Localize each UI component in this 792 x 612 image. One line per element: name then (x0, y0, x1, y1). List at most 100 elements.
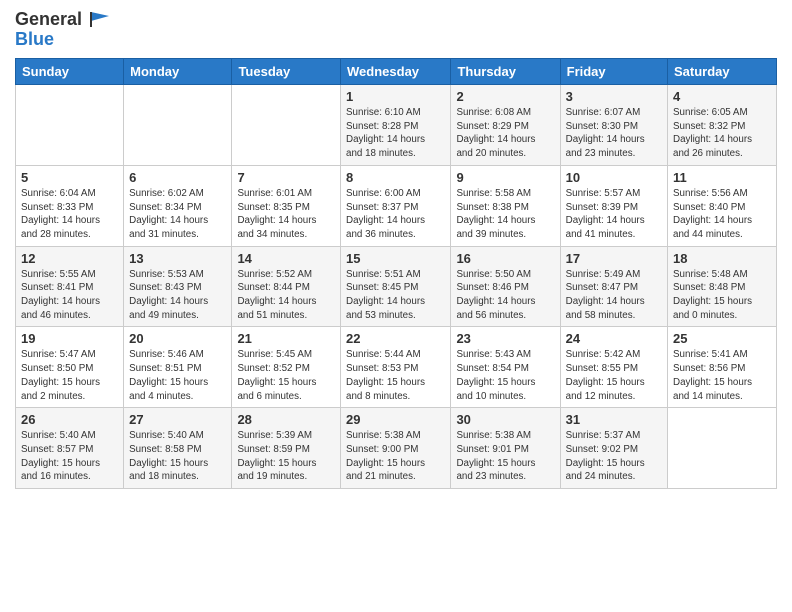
day-number: 27 (129, 412, 226, 427)
calendar-cell: 13 Sunrise: 5:53 AMSunset: 8:43 PMDayligh… (124, 246, 232, 327)
calendar-cell: 28Sunrise: 5:39 AMSunset: 8:59 PMDayligh… (232, 408, 341, 489)
calendar-cell: 21 Sunrise: 5:45 AMSunset: 8:52 PMDayligh… (232, 327, 341, 408)
calendar-cell (232, 85, 341, 166)
day-info: Sunrise: 6:02 AMSunset: 8:34 PMDaylight:… (129, 187, 226, 242)
day-number: 10 (566, 170, 662, 185)
calendar-cell: 5Sunrise: 6:04 AMSunset: 8:33 PMDaylight… (16, 165, 124, 246)
day-info: Sunrise: 5:57 AMSunset: 8:39 PMDaylight:… (566, 187, 662, 242)
calendar-cell: 16 Sunrise: 5:50 AMSunset: 8:46 PMDayligh… (451, 246, 560, 327)
calendar-cell (124, 85, 232, 166)
calendar-table: SundayMondayTuesdayWednesdayThursdayFrid… (15, 58, 777, 489)
day-number: 7 (237, 170, 335, 185)
day-number: 4 (673, 89, 771, 104)
day-number: 25 (673, 331, 771, 346)
day-info: Sunrise: 5:38 AMSunset: 9:01 PMDaylight:… (456, 429, 554, 484)
week-row-4: 19Sunrise: 5:47 AMSunset: 8:50 PMDayligh… (16, 327, 777, 408)
logo-flag-icon (89, 10, 111, 28)
calendar-cell: 11Sunrise: 5:56 AMSunset: 8:40 PMDayligh… (668, 165, 777, 246)
day-info: Sunrise: 6:07 AMSunset: 8:30 PMDaylight:… (566, 106, 662, 161)
day-number: 18 (673, 251, 771, 266)
day-number: 11 (673, 170, 771, 185)
day-number: 13 (129, 251, 226, 266)
calendar-cell: 4 Sunrise: 6:05 AMSunset: 8:32 PMDaylight… (668, 85, 777, 166)
day-info: Sunrise: 5:51 AMSunset: 8:45 PMDaylight:… (346, 268, 445, 323)
day-info: Sunrise: 5:47 AMSunset: 8:50 PMDaylight:… (21, 348, 118, 403)
day-number: 20 (129, 331, 226, 346)
day-info: Sunrise: 5:44 AMSunset: 8:53 PMDaylight:… (346, 348, 445, 403)
header-friday: Friday (560, 59, 667, 85)
day-info: Sunrise: 5:41 AMSunset: 8:56 PMDaylight:… (673, 348, 771, 403)
week-row-1: 1 Sunrise: 6:10 AMSunset: 8:28 PMDaylight… (16, 85, 777, 166)
calendar-cell: 26Sunrise: 5:40 AMSunset: 8:57 PMDayligh… (16, 408, 124, 489)
page: General Blue SundayMondayTuesdayWednesda… (0, 0, 792, 612)
header-row: SundayMondayTuesdayWednesdayThursdayFrid… (16, 59, 777, 85)
calendar-cell: 7 Sunrise: 6:01 AMSunset: 8:35 PMDaylight… (232, 165, 341, 246)
day-number: 3 (566, 89, 662, 104)
header: General Blue (15, 10, 777, 50)
day-number: 30 (456, 412, 554, 427)
calendar-body: 1 Sunrise: 6:10 AMSunset: 8:28 PMDaylight… (16, 85, 777, 489)
day-info: Sunrise: 6:10 AMSunset: 8:28 PMDaylight:… (346, 106, 445, 161)
header-wednesday: Wednesday (341, 59, 451, 85)
day-info: Sunrise: 5:48 AMSunset: 8:48 PMDaylight:… (673, 268, 771, 323)
week-row-2: 5Sunrise: 6:04 AMSunset: 8:33 PMDaylight… (16, 165, 777, 246)
day-number: 31 (566, 412, 662, 427)
calendar-cell: 30 Sunrise: 5:38 AMSunset: 9:01 PMDayligh… (451, 408, 560, 489)
calendar-cell: 23Sunrise: 5:43 AMSunset: 8:54 PMDayligh… (451, 327, 560, 408)
day-number: 21 (237, 331, 335, 346)
day-info: Sunrise: 5:42 AMSunset: 8:55 PMDaylight:… (566, 348, 662, 403)
header-monday: Monday (124, 59, 232, 85)
calendar-cell: 25 Sunrise: 5:41 AMSunset: 8:56 PMDayligh… (668, 327, 777, 408)
day-info: Sunrise: 5:43 AMSunset: 8:54 PMDaylight:… (456, 348, 554, 403)
day-number: 29 (346, 412, 445, 427)
calendar-cell: 14 Sunrise: 5:52 AMSunset: 8:44 PMDayligh… (232, 246, 341, 327)
day-info: Sunrise: 5:53 AMSunset: 8:43 PMDaylight:… (129, 268, 226, 323)
week-row-5: 26Sunrise: 5:40 AMSunset: 8:57 PMDayligh… (16, 408, 777, 489)
day-info: Sunrise: 5:37 AMSunset: 9:02 PMDaylight:… (566, 429, 662, 484)
calendar-cell: 19Sunrise: 5:47 AMSunset: 8:50 PMDayligh… (16, 327, 124, 408)
day-number: 14 (237, 251, 335, 266)
day-number: 8 (346, 170, 445, 185)
day-info: Sunrise: 5:52 AMSunset: 8:44 PMDaylight:… (237, 268, 335, 323)
day-number: 24 (566, 331, 662, 346)
day-info: Sunrise: 5:45 AMSunset: 8:52 PMDaylight:… (237, 348, 335, 403)
calendar-cell: 12Sunrise: 5:55 AMSunset: 8:41 PMDayligh… (16, 246, 124, 327)
day-number: 26 (21, 412, 118, 427)
calendar-cell (668, 408, 777, 489)
calendar-cell: 6Sunrise: 6:02 AMSunset: 8:34 PMDaylight… (124, 165, 232, 246)
calendar-cell: 22 Sunrise: 5:44 AMSunset: 8:53 PMDayligh… (341, 327, 451, 408)
day-info: Sunrise: 5:50 AMSunset: 8:46 PMDaylight:… (456, 268, 554, 323)
calendar-cell: 2 Sunrise: 6:08 AMSunset: 8:29 PMDaylight… (451, 85, 560, 166)
day-number: 9 (456, 170, 554, 185)
calendar-cell: 17Sunrise: 5:49 AMSunset: 8:47 PMDayligh… (560, 246, 667, 327)
day-info: Sunrise: 6:01 AMSunset: 8:35 PMDaylight:… (237, 187, 335, 242)
week-row-3: 12Sunrise: 5:55 AMSunset: 8:41 PMDayligh… (16, 246, 777, 327)
calendar-cell: 8 Sunrise: 6:00 AMSunset: 8:37 PMDaylight… (341, 165, 451, 246)
header-thursday: Thursday (451, 59, 560, 85)
logo-text-line2: Blue (15, 30, 54, 50)
calendar-cell: 9Sunrise: 5:58 AMSunset: 8:38 PMDaylight… (451, 165, 560, 246)
calendar-cell: 24 Sunrise: 5:42 AMSunset: 8:55 PMDayligh… (560, 327, 667, 408)
day-number: 16 (456, 251, 554, 266)
day-number: 22 (346, 331, 445, 346)
calendar-cell: 20 Sunrise: 5:46 AMSunset: 8:51 PMDayligh… (124, 327, 232, 408)
day-info: Sunrise: 6:05 AMSunset: 8:32 PMDaylight:… (673, 106, 771, 161)
day-info: Sunrise: 6:00 AMSunset: 8:37 PMDaylight:… (346, 187, 445, 242)
calendar-cell: 29Sunrise: 5:38 AMSunset: 9:00 PMDayligh… (341, 408, 451, 489)
day-info: Sunrise: 5:49 AMSunset: 8:47 PMDaylight:… (566, 268, 662, 323)
calendar-cell: 15Sunrise: 5:51 AMSunset: 8:45 PMDayligh… (341, 246, 451, 327)
calendar-cell: 10 Sunrise: 5:57 AMSunset: 8:39 PMDayligh… (560, 165, 667, 246)
day-number: 28 (237, 412, 335, 427)
day-number: 2 (456, 89, 554, 104)
calendar-cell: 1 Sunrise: 6:10 AMSunset: 8:28 PMDaylight… (341, 85, 451, 166)
calendar-header: SundayMondayTuesdayWednesdayThursdayFrid… (16, 59, 777, 85)
day-number: 1 (346, 89, 445, 104)
calendar-cell (16, 85, 124, 166)
day-info: Sunrise: 5:46 AMSunset: 8:51 PMDaylight:… (129, 348, 226, 403)
header-saturday: Saturday (668, 59, 777, 85)
day-info: Sunrise: 6:08 AMSunset: 8:29 PMDaylight:… (456, 106, 554, 161)
day-number: 12 (21, 251, 118, 266)
calendar-cell: 3 Sunrise: 6:07 AMSunset: 8:30 PMDaylight… (560, 85, 667, 166)
header-tuesday: Tuesday (232, 59, 341, 85)
day-info: Sunrise: 5:40 AMSunset: 8:58 PMDaylight:… (129, 429, 226, 484)
